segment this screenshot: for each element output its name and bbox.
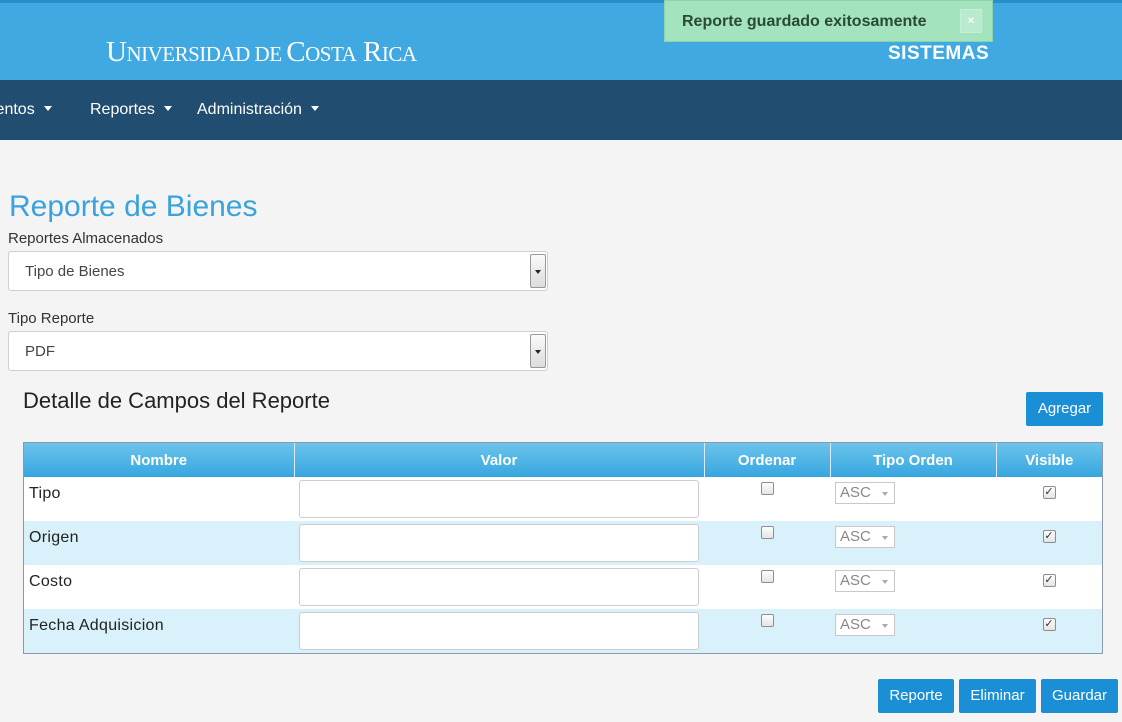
- column-header-valor[interactable]: Valor: [294, 443, 705, 477]
- main-navbar: ientos Reportes Administración: [0, 80, 1122, 140]
- save-button[interactable]: Guardar: [1041, 679, 1118, 713]
- nav-item-label: Reportes: [90, 101, 155, 118]
- order-checkbox[interactable]: [760, 570, 774, 583]
- column-header-visible[interactable]: Visible: [996, 443, 1102, 477]
- dropdown-arrow-icon[interactable]: [530, 254, 546, 288]
- table-row: Costo ASC ✓: [24, 565, 1102, 609]
- order-checkbox[interactable]: [760, 614, 774, 627]
- add-field-button[interactable]: Agregar: [1026, 392, 1103, 426]
- table-header-row: Nombre Valor Ordenar Tipo Orden Visible: [24, 443, 1102, 477]
- dropdown-arrow-icon[interactable]: [530, 334, 546, 368]
- field-name: Costo: [29, 573, 73, 590]
- report-type-value: PDF: [25, 343, 55, 360]
- nav-item-label: ientos: [0, 101, 35, 118]
- visible-checkbox[interactable]: ✓: [1042, 574, 1056, 587]
- order-type-select[interactable]: ASC: [835, 482, 895, 504]
- fields-table: Nombre Valor Ordenar Tipo Orden Visible …: [23, 442, 1103, 654]
- nav-item-label: Administración: [197, 101, 302, 118]
- report-button[interactable]: Reporte: [878, 679, 954, 713]
- table-row: Tipo ASC ✓: [24, 477, 1102, 521]
- column-header-nombre[interactable]: Nombre: [24, 443, 295, 477]
- stored-reports-value: Tipo de Bienes: [25, 263, 125, 280]
- chevron-down-icon: [310, 106, 319, 112]
- order-type-select[interactable]: ASC: [835, 570, 895, 592]
- nav-item-mantenimientos[interactable]: ientos: [0, 101, 52, 119]
- order-checkbox[interactable]: [760, 526, 774, 539]
- fields-section-title: Detalle de Campos del Reporte: [23, 388, 330, 413]
- field-value-input[interactable]: [299, 612, 699, 650]
- order-checkbox[interactable]: [760, 482, 774, 495]
- delete-button[interactable]: Eliminar: [959, 679, 1036, 713]
- field-value-input[interactable]: [299, 480, 699, 518]
- report-type-select[interactable]: PDF: [8, 331, 548, 371]
- success-toast: Reporte guardado exitosamente ×: [664, 0, 993, 42]
- chevron-down-icon: [163, 106, 172, 112]
- university-logo: UNIVERSIDAD DE COSTA RICA: [106, 36, 417, 68]
- report-type-label: Tipo Reporte: [8, 310, 95, 327]
- field-value-input[interactable]: [299, 568, 699, 606]
- toast-message: Reporte guardado exitosamente: [682, 13, 927, 30]
- page-title: Reporte de Bienes: [9, 190, 258, 223]
- column-header-tipo-orden[interactable]: Tipo Orden: [830, 443, 997, 477]
- stored-reports-select[interactable]: Tipo de Bienes: [8, 251, 548, 291]
- order-type-select[interactable]: ASC: [835, 526, 895, 548]
- table-row: Fecha Adquisicion ASC ✓: [24, 609, 1102, 653]
- nav-item-reportes[interactable]: Reportes: [90, 101, 172, 119]
- column-header-ordenar[interactable]: Ordenar: [704, 443, 831, 477]
- chevron-down-icon: [43, 106, 52, 112]
- field-name: Origen: [24, 521, 294, 565]
- order-type-select[interactable]: ASC: [835, 614, 895, 636]
- visible-checkbox[interactable]: ✓: [1042, 530, 1056, 543]
- nav-item-administracion[interactable]: Administración: [197, 101, 319, 119]
- stored-reports-label: Reportes Almacenados: [8, 230, 164, 247]
- table-row: Origen ASC ✓: [24, 521, 1102, 565]
- close-icon[interactable]: ×: [960, 9, 982, 33]
- field-value-input[interactable]: [299, 524, 699, 562]
- field-name: Fecha Adquisicion: [24, 609, 294, 653]
- visible-checkbox[interactable]: ✓: [1042, 486, 1056, 499]
- field-name: Tipo: [29, 485, 61, 502]
- visible-checkbox[interactable]: ✓: [1042, 618, 1056, 631]
- systems-logo: SISTEMAS: [888, 43, 990, 64]
